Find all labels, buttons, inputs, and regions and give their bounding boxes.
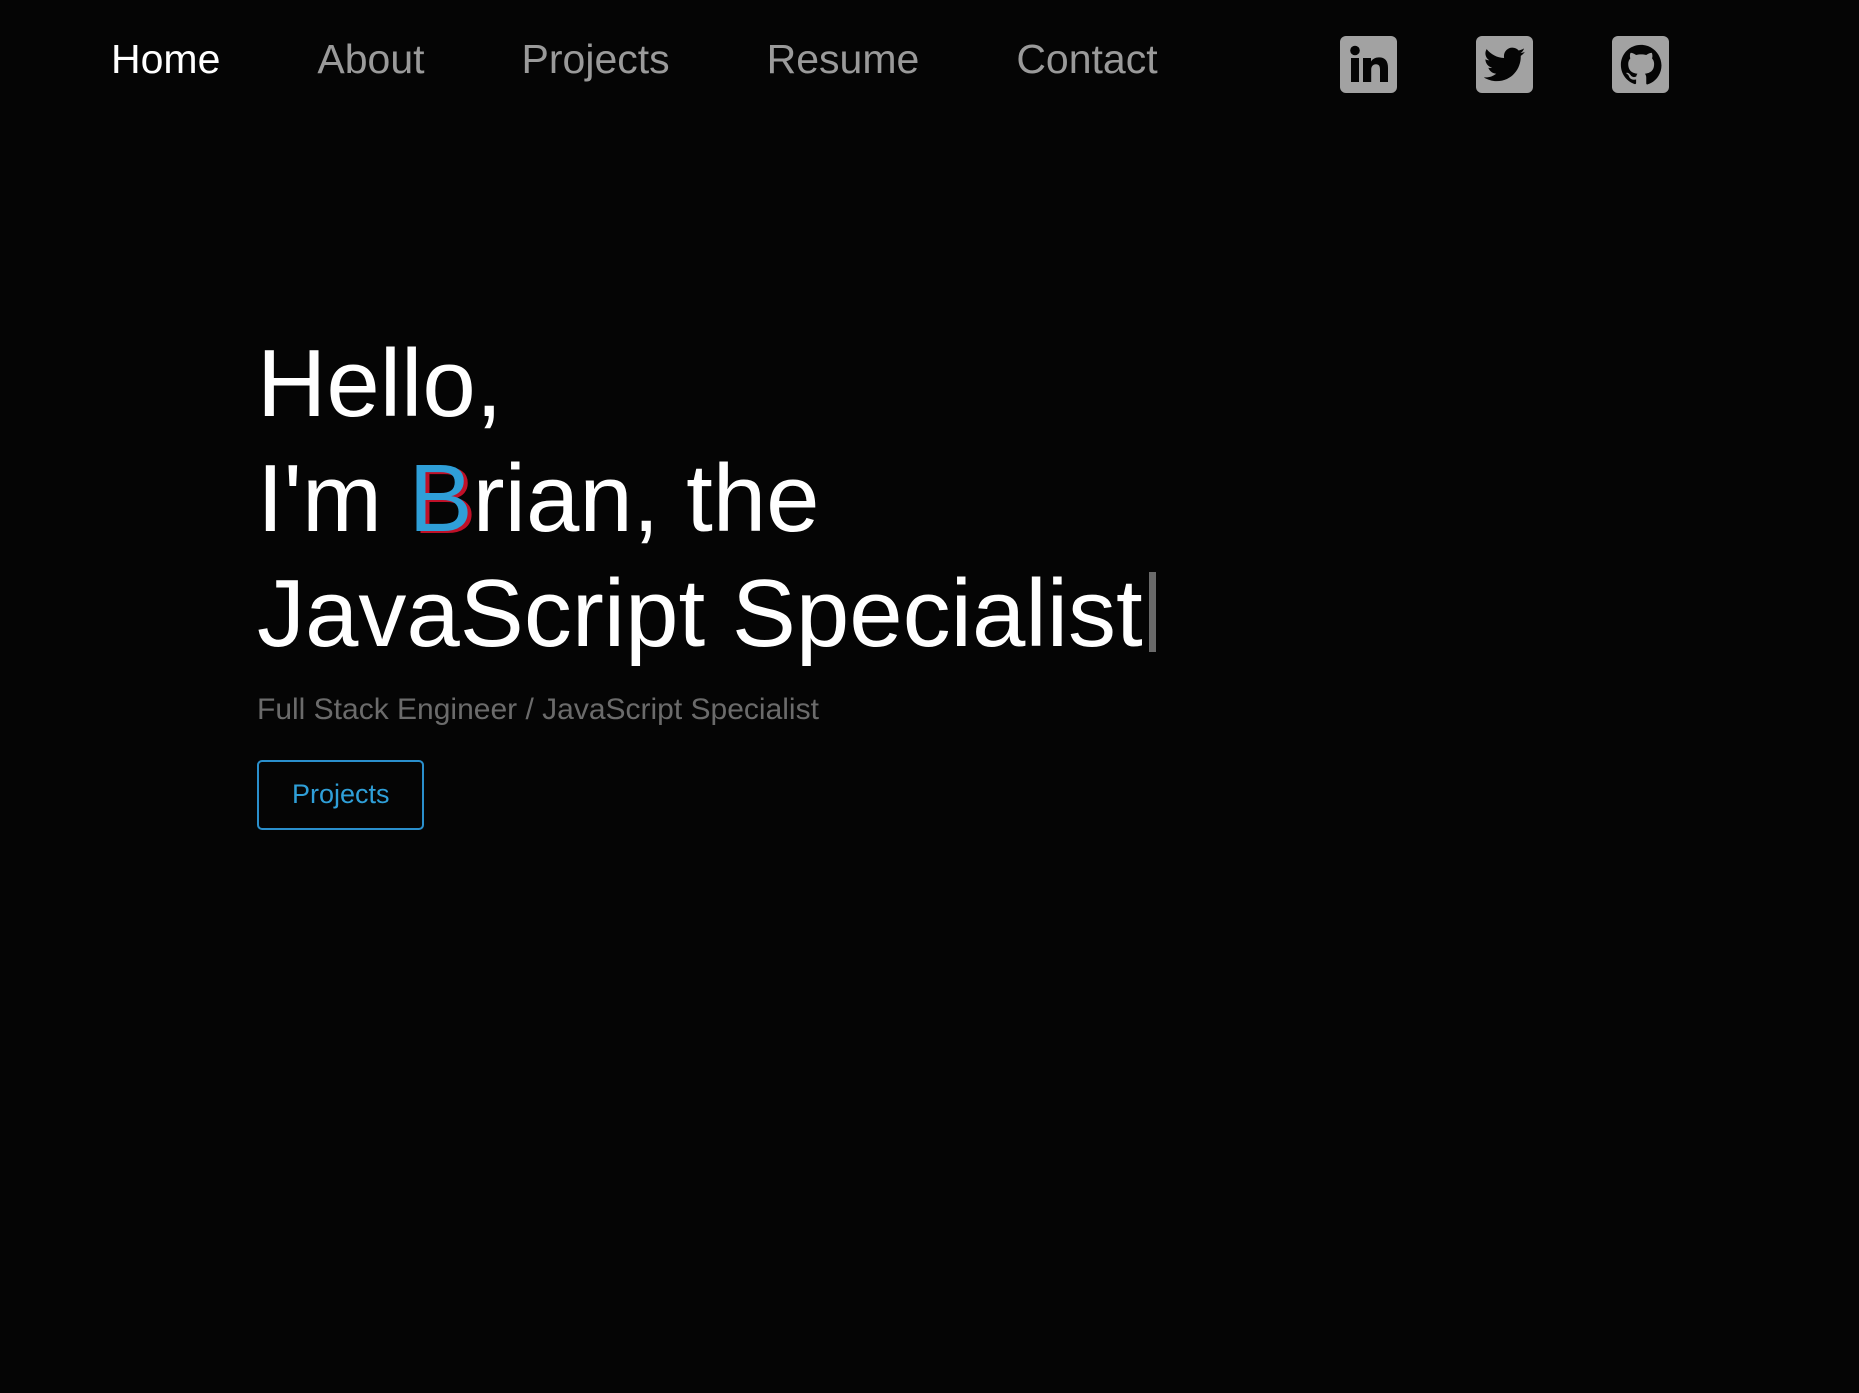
linkedin-link[interactable]: [1340, 36, 1397, 93]
headline-accent-letter: B: [408, 445, 473, 552]
page: Home About Projects Resume Contact Hello…: [0, 0, 1859, 1393]
github-icon: [1620, 44, 1662, 86]
hero-headline: Hello, I'm Brian, the JavaScript Special…: [257, 326, 1557, 671]
projects-button[interactable]: Projects: [257, 760, 424, 830]
linkedin-icon: [1346, 42, 1392, 88]
headline-name-suffix: rian, the: [472, 445, 820, 552]
typing-cursor: [1148, 572, 1156, 652]
nav-link-resume[interactable]: Resume: [767, 34, 920, 84]
social-links: [1340, 36, 1669, 93]
headline-line-greeting: Hello,: [257, 330, 503, 437]
headline-line-role: JavaScript Specialist: [257, 556, 1557, 671]
nav-link-projects[interactable]: Projects: [522, 34, 670, 84]
twitter-link[interactable]: [1476, 36, 1533, 93]
nav-link-about[interactable]: About: [317, 34, 424, 84]
nav-links: Home About Projects Resume Contact: [111, 34, 1255, 84]
nav-link-contact[interactable]: Contact: [1016, 34, 1157, 84]
hero-subtitle: Full Stack Engineer / JavaScript Special…: [257, 693, 819, 726]
headline-name-prefix: I'm: [257, 445, 409, 552]
top-nav: Home About Projects Resume Contact: [0, 0, 1859, 120]
headline-line-name: I'm Brian, the: [257, 441, 1557, 556]
github-link[interactable]: [1612, 36, 1669, 93]
nav-link-home[interactable]: Home: [111, 34, 220, 84]
hero-section: Hello, I'm Brian, the JavaScript Special…: [257, 326, 1557, 830]
headline-role-text: JavaScript Specialist: [257, 560, 1143, 667]
twitter-icon: [1483, 47, 1526, 83]
